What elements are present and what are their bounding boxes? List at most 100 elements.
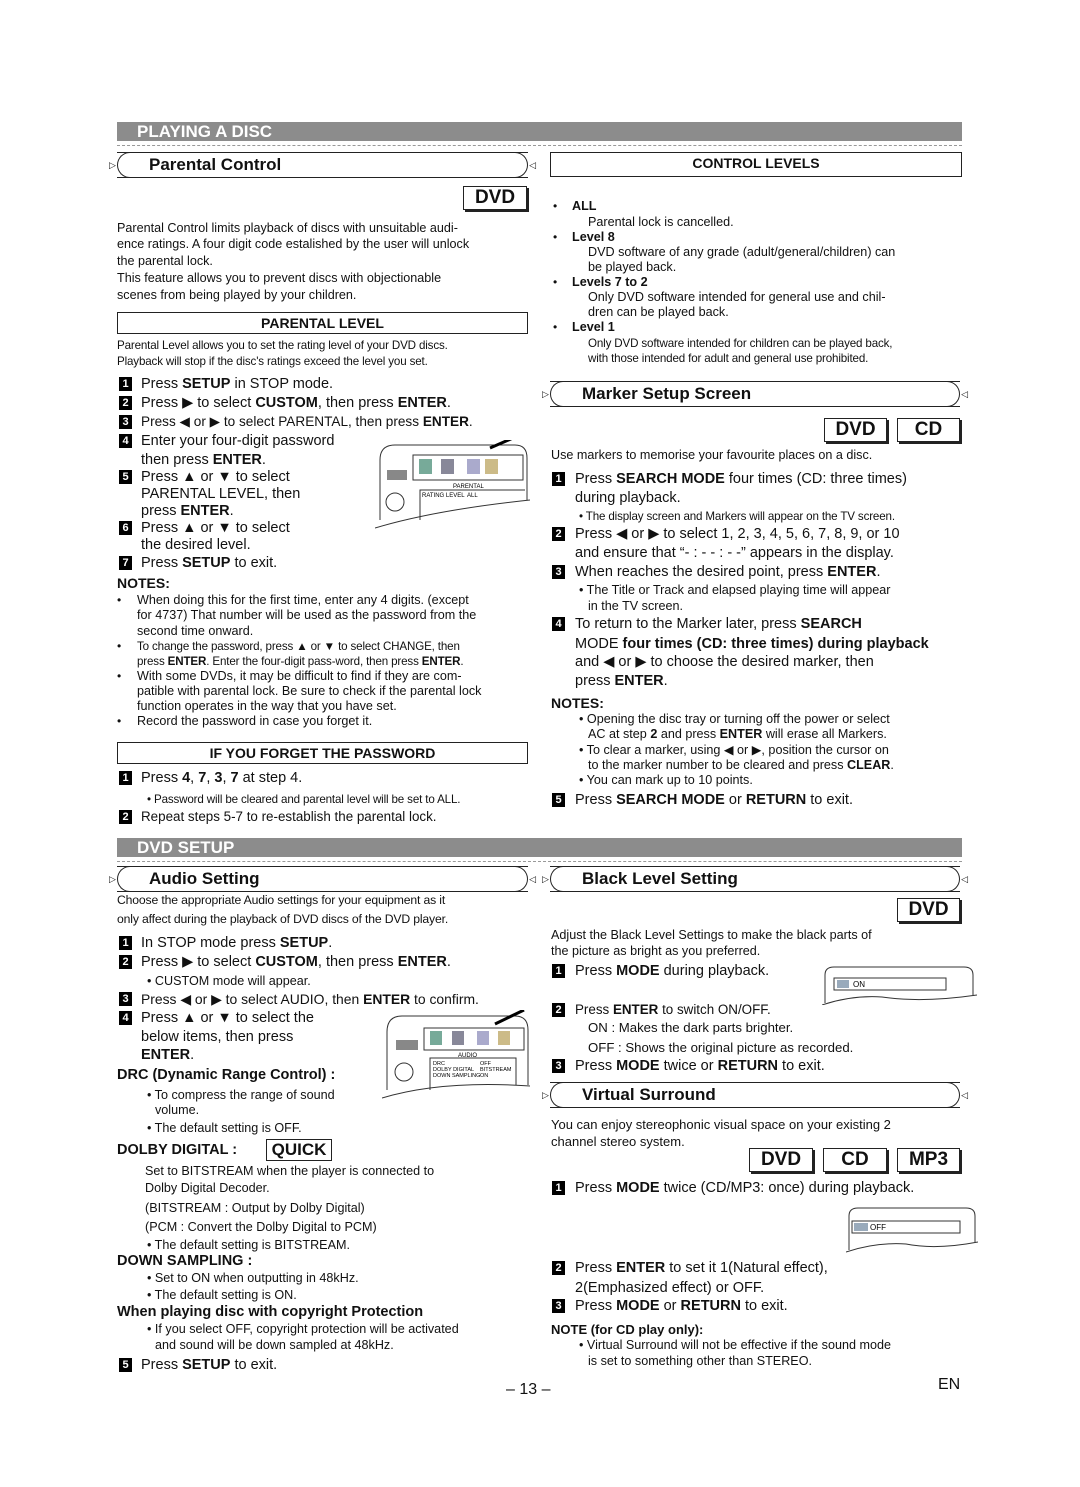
step: Press ▶ to select CUSTOM, then press ENT…	[141, 395, 451, 411]
parental-level-box: PARENTAL LEVEL	[117, 312, 528, 334]
step-number: 1	[552, 1181, 565, 1195]
mp3-badge: MP3	[897, 1148, 960, 1172]
section-bar-setup: DVD SETUP	[117, 838, 962, 859]
step: below items, then press	[141, 1029, 294, 1045]
text: the parental lock.	[117, 254, 213, 268]
step: PARENTAL LEVEL, then	[141, 486, 301, 502]
screen-tab: PARENTAL	[453, 484, 484, 490]
step-number: 5	[119, 1358, 132, 1372]
step-number: 1	[119, 936, 132, 950]
step: during playback.	[575, 490, 681, 506]
note: • Set to ON when outputting in 48kHz.	[147, 1271, 359, 1285]
note: for 4737) That number will be used as th…	[137, 608, 477, 622]
step: Press MODE or RETURN to exit.	[575, 1298, 788, 1314]
step-number: 4	[119, 1011, 132, 1025]
text: Parental Control limits playback of disc…	[117, 221, 458, 235]
step: Press SETUP in STOP mode.	[141, 376, 334, 392]
step-number: 2	[552, 1261, 565, 1275]
step: and ensure that “- : - - : - -” appears …	[575, 545, 894, 561]
cd-badge: CD	[823, 1148, 887, 1172]
step-number: 5	[119, 470, 132, 484]
step: Press 4, 7, 3, 7 at step 4.	[141, 770, 303, 786]
step: Press SETUP to exit.	[141, 555, 278, 571]
step-number: 2	[119, 396, 132, 410]
step-number: 2	[119, 955, 132, 969]
text: ON : Makes the dark parts brighter.	[588, 1020, 794, 1035]
note: • You can mark up to 10 points.	[579, 773, 753, 787]
step: and ◀ or ▶ to choose the desired marker,…	[575, 654, 874, 670]
heading: Black Level Setting	[582, 869, 738, 888]
level-name: Levels 7 to 2	[572, 275, 648, 289]
text: Use markers to memorise your favourite p…	[551, 448, 873, 462]
subheading: When playing disc with copyright Protect…	[117, 1304, 424, 1320]
note: press ENTER. Enter the four-digit pass-w…	[137, 655, 464, 668]
text: only affect during the playback of DVD d…	[117, 912, 449, 926]
note: • The display screen and Markers will ap…	[579, 510, 895, 523]
step: then press ENTER.	[141, 452, 266, 468]
step-number: 3	[552, 1059, 565, 1073]
banner-black-level: ▷ Black Level Setting ◁	[542, 866, 968, 892]
text: channel stereo system.	[551, 1134, 685, 1149]
step: Press MODE twice (CD/MP3: once) during p…	[575, 1180, 915, 1196]
step: Press SETUP to exit.	[141, 1357, 278, 1373]
step-number: 4	[119, 434, 132, 448]
screen-tab: AUDIO	[458, 1053, 477, 1059]
note: • The default setting is BITSTREAM.	[147, 1238, 350, 1252]
step: Press SEARCH MODE four times (CD: three …	[575, 471, 907, 487]
note: second time onward.	[137, 624, 254, 638]
divider	[117, 861, 962, 862]
parental-screen-illustration: PARENTAL RATING LEVEL ALL	[375, 440, 530, 529]
text: (PCM : Convert the Dolby Digital to PCM)	[145, 1220, 377, 1234]
subheading: DOLBY DIGITAL :	[117, 1142, 238, 1158]
dvd-badge: DVD	[824, 418, 887, 442]
dpad-icon	[385, 492, 405, 512]
step: In STOP mode press SETUP.	[141, 935, 333, 951]
step: MODE four times (CD: three times) during…	[575, 636, 929, 652]
divider	[117, 145, 962, 146]
step: Press ◀ or ▶ to select 1, 2, 3, 4, 5, 6,…	[575, 526, 900, 542]
note: patible with parental lock. Be sure to c…	[137, 684, 482, 698]
step-number: 7	[119, 556, 132, 570]
disc-tray-icon	[387, 470, 407, 480]
step-number: 4	[552, 617, 565, 631]
subheading: DOWN SAMPLING :	[117, 1253, 253, 1269]
dpad-icon	[394, 1062, 414, 1082]
screen-value: ON	[853, 980, 865, 989]
music-note-icon	[477, 1031, 489, 1045]
step: Press ENTER to switch ON/OFF.	[575, 1002, 771, 1017]
level-desc: Parental lock is cancelled.	[588, 215, 734, 229]
note: • To clear a marker, using ◀ or ▶, posit…	[579, 743, 889, 757]
level-name: Level 1	[572, 320, 615, 334]
dvd-badge: DVD	[897, 898, 960, 922]
note: • The default setting is ON.	[147, 1288, 297, 1302]
heading: Virtual Surround	[582, 1085, 716, 1104]
level-desc: be played back.	[588, 260, 677, 274]
note: and sound will be down sampled at 48kHz.	[155, 1338, 394, 1352]
note: • CUSTOM mode will appear.	[147, 974, 311, 988]
text: This feature allows you to prevent discs…	[117, 271, 442, 285]
step: To return to the Marker later, press SEA…	[575, 616, 862, 632]
note-title: NOTE (for CD play only):	[551, 1322, 704, 1337]
step-number: 3	[552, 1299, 565, 1313]
note: When doing this for the first time, ente…	[137, 593, 469, 607]
bullet: •	[117, 669, 122, 683]
section-title: DVD SETUP	[137, 838, 235, 857]
step-number: 3	[552, 565, 565, 579]
note: function operates in the way that you ha…	[137, 699, 397, 713]
note: volume.	[155, 1103, 200, 1117]
step-number: 1	[119, 771, 132, 785]
step-number: 5	[552, 793, 565, 807]
surround-screen: OFF	[846, 1207, 978, 1253]
step-number: 2	[119, 810, 132, 824]
page-number: – 13 –	[506, 1381, 551, 1398]
step: press ENTER.	[141, 503, 234, 519]
note: • Password will be cleared and parental …	[147, 793, 461, 806]
note: is set to something other than STEREO.	[588, 1354, 812, 1368]
banner-parental-control: ▷ Parental Control ◁	[109, 152, 536, 178]
text: Choose the appropriate Audio settings fo…	[117, 893, 446, 907]
level-name: Level 8	[572, 230, 615, 244]
subheading: DRC (Dynamic Range Control) :	[117, 1067, 336, 1083]
arrow-pointer-icon	[489, 440, 513, 450]
music-note-icon	[467, 459, 480, 474]
step: Press ▲ or ▼ to select	[141, 469, 290, 485]
